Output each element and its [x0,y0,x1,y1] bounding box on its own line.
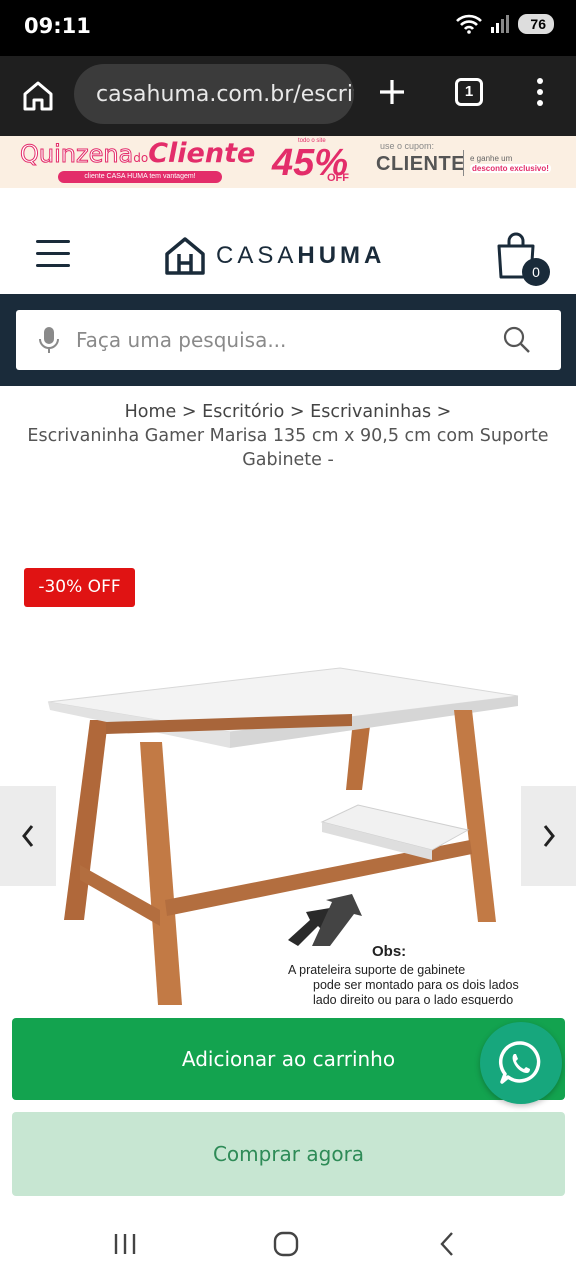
search-input[interactable] [76,328,496,352]
search-icon[interactable] [502,325,532,355]
promo-coupon-code: CLIENTE [376,153,466,175]
product-obs-title: Obs: [372,943,407,960]
status-time: 09:11 [24,14,91,38]
whatsapp-icon [498,1041,541,1084]
breadcrumb-home[interactable]: Home [125,402,177,422]
promo-headline: QuinzenadoCliente [19,138,256,169]
search-box [16,310,561,370]
signal-icon [491,15,510,33]
site-header: CASAHUMA 0 [0,188,576,294]
home-nav-icon[interactable] [272,1230,300,1258]
site-logo[interactable]: CASAHUMA [164,236,385,276]
promo-divider [463,150,464,176]
cart-button[interactable]: 0 [496,232,552,288]
promo-headline-a: Quinzena [19,140,134,169]
status-icons: 76 [456,14,554,34]
recents-icon[interactable] [112,1232,138,1256]
breadcrumb-escrivaninhas[interactable]: Escrivaninhas [310,402,431,422]
mic-icon[interactable] [34,325,64,355]
gallery-prev-button[interactable] [0,786,56,886]
breadcrumb-separator: > [181,402,197,422]
promo-off: OFF [327,172,349,184]
chevron-right-icon [543,825,555,847]
home-icon[interactable] [18,76,58,116]
more-vert-icon[interactable] [530,76,550,108]
whatsapp-button[interactable] [480,1022,562,1104]
promo-desconto: desconto exclusivo! [470,164,551,173]
promo-subtitle: cliente CASA HUMA tem vantagem! [58,171,222,183]
wifi-icon [456,14,483,34]
breadcrumb: Home > Escritório > Escrivaninhas > Escr… [20,400,556,472]
breadcrumb-separator: > [289,402,305,422]
product-obs-line: pode ser montado para os dois lados [313,978,519,992]
product-obs-text: A prateleira suporte de gabinete pode se… [288,963,519,1008]
menu-icon[interactable] [36,240,70,268]
search-bar [0,294,576,386]
system-nav-bar [0,1210,576,1280]
breadcrumb-separator: > [436,402,452,422]
logo-text: CASAHUMA [216,242,385,270]
logo-text-bold: HUMA [297,242,386,269]
promo-use-coupon: use o cupom: [380,141,435,151]
product-obs-line: A prateleira suporte de gabinete [288,963,466,977]
promo-ganhe: e ganhe um [470,154,513,163]
promo-headline-b: Cliente [148,138,256,169]
cart-count-badge: 0 [522,258,550,286]
house-logo-icon [165,237,205,275]
address-bar[interactable]: casahuma.com.br/escritorio [74,64,354,124]
discount-badge: -30% OFF [24,568,135,607]
url-text[interactable]: casahuma.com.br/escritorio [96,82,354,107]
gallery-next-button[interactable] [521,786,576,886]
buy-now-button[interactable]: Comprar agora [12,1112,565,1196]
back-icon[interactable] [436,1230,458,1258]
promo-headline-de: do [133,151,149,165]
logo-text-light: CASA [216,242,298,269]
plus-icon[interactable] [374,74,410,110]
browser-toolbar: casahuma.com.br/escritorio 1 [0,56,576,136]
status-bar: 09:11 76 [0,0,576,56]
breadcrumb-current: Escrivaninha Gamer Marisa 135 cm x 90,5 … [27,426,549,470]
product-image[interactable] [40,650,540,1005]
chevron-left-icon [22,825,34,847]
breadcrumb-escritorio[interactable]: Escritório [202,402,284,422]
promo-banner[interactable]: QuinzenadoCliente cliente CASA HUMA tem … [0,136,576,188]
battery-indicator: 76 [518,14,554,34]
tab-switcher-button[interactable]: 1 [455,78,483,106]
